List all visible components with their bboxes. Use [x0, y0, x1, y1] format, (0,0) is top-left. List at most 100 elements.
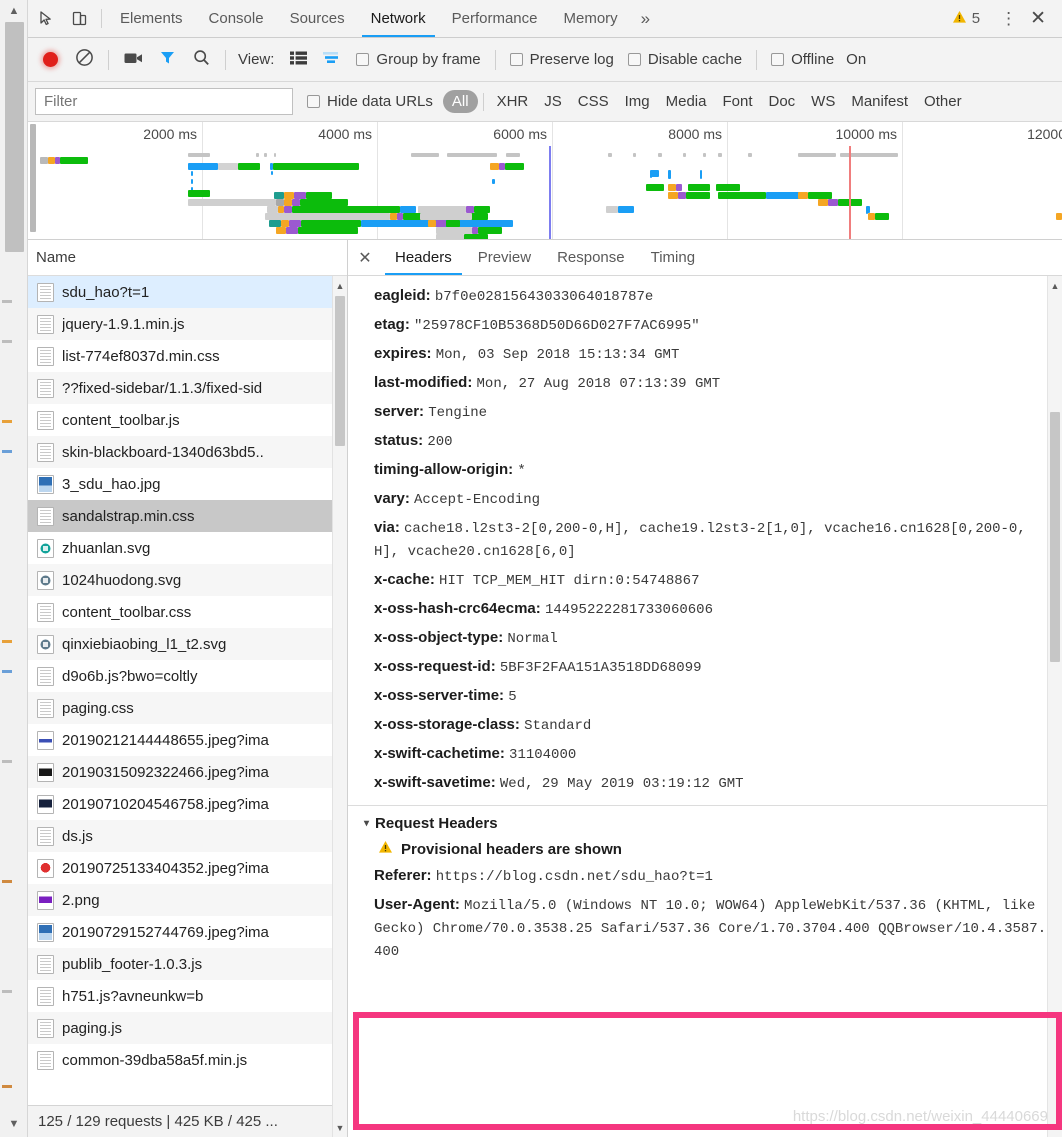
details-scrollbar[interactable]: ▲: [1047, 276, 1062, 1137]
tab-preview[interactable]: Preview: [465, 240, 544, 275]
request-row[interactable]: 1024huodong.svg: [28, 564, 347, 596]
request-row[interactable]: ds.js: [28, 820, 347, 852]
disable-cache-checkbox[interactable]: Disable cache: [622, 51, 748, 68]
tab-network[interactable]: Network: [358, 0, 439, 37]
request-name: 2.png: [62, 891, 100, 909]
request-row[interactable]: sandalstrap.min.css: [28, 500, 347, 532]
page-scrollbar[interactable]: ▲ ▼: [0, 0, 28, 1137]
tab-elements[interactable]: Elements: [107, 0, 196, 37]
filter-input[interactable]: [35, 88, 293, 115]
request-row[interactable]: 20190710204546758.jpeg?ima: [28, 788, 347, 820]
toolbar-divider-2: [225, 49, 226, 70]
header-line: x-swift-savetime: Wed, 29 May 2019 03:19…: [348, 769, 1062, 798]
close-details-button[interactable]: ✕: [348, 240, 382, 275]
request-row[interactable]: ??fixed-sidebar/1.1.3/fixed-sid: [28, 372, 347, 404]
filter-type-js[interactable]: JS: [536, 91, 570, 112]
request-row[interactable]: zhuanlan.svg: [28, 532, 347, 564]
preserve-log-checkbox[interactable]: Preserve log: [504, 51, 620, 68]
request-row[interactable]: list-774ef8037d.min.css: [28, 340, 347, 372]
request-row[interactable]: sdu_hao?t=1: [28, 276, 347, 308]
request-rows[interactable]: sdu_hao?t=1 jquery-1.9.1.min.js list-774ef…: [28, 276, 347, 1105]
header-name: etag:: [374, 316, 410, 333]
filter-type-media[interactable]: Media: [658, 91, 715, 112]
offline-checkbox[interactable]: Offline: [765, 51, 840, 68]
clear-button[interactable]: [68, 44, 100, 76]
warning-triangle-icon: [952, 10, 967, 28]
request-row[interactable]: 20190729152744769.jpeg?ima: [28, 916, 347, 948]
header-name: server:: [374, 403, 425, 420]
scrollbar-thumb[interactable]: [1050, 412, 1060, 662]
hide-data-urls-checkbox[interactable]: Hide data URLs: [301, 93, 439, 110]
request-row[interactable]: 20190212144448655.jpeg?ima: [28, 724, 347, 756]
device-toolbar-icon[interactable]: [62, 0, 96, 37]
tab-sources[interactable]: Sources: [277, 0, 358, 37]
header-line: x-swift-cachetime: 31104000: [348, 740, 1062, 769]
request-list-scrollbar[interactable]: ▲ ▼: [332, 276, 347, 1137]
request-row[interactable]: 20190725133404352.jpeg?ima: [28, 852, 347, 884]
request-list-panel: Name sdu_hao?t=1 jquery-1.9.1.min.js list-…: [28, 240, 348, 1137]
request-row[interactable]: jquery-1.9.1.min.js: [28, 308, 347, 340]
document-file-icon: [37, 1050, 54, 1070]
request-row[interactable]: paging.js: [28, 1012, 347, 1044]
header-value: 31104000: [509, 747, 577, 763]
filter-type-ws[interactable]: WS: [803, 91, 843, 112]
request-row[interactable]: d9o6b.js?bwo=coltly: [28, 660, 347, 692]
search-button[interactable]: [185, 44, 217, 76]
camera-icon: [124, 51, 143, 69]
request-row[interactable]: 20190315092322466.jpeg?ima: [28, 756, 347, 788]
group-by-frame-checkbox[interactable]: Group by frame: [350, 51, 486, 68]
request-row[interactable]: skin-blackboard-1340d63bd5..: [28, 436, 347, 468]
header-name: timing-allow-origin:: [374, 461, 514, 478]
filter-type-doc[interactable]: Doc: [760, 91, 803, 112]
request-list-header[interactable]: Name: [28, 240, 347, 276]
request-row[interactable]: h751.js?avneunkw=b: [28, 980, 347, 1012]
record-button[interactable]: [34, 44, 66, 76]
filter-toggle-button[interactable]: [151, 44, 183, 76]
page-scroll-up-arrow[interactable]: ▲: [6, 4, 22, 18]
list-view-button[interactable]: [282, 44, 314, 76]
request-row[interactable]: publib_footer-1.0.3.js: [28, 948, 347, 980]
header-line: expires: Mon, 03 Sep 2018 15:13:34 GMT: [348, 340, 1062, 369]
waterfall-view-button[interactable]: [316, 44, 348, 76]
request-row[interactable]: content_toolbar.js: [28, 404, 347, 436]
header-line: last-modified: Mon, 27 Aug 2018 07:13:39…: [348, 369, 1062, 398]
scrollbar-thumb[interactable]: [335, 296, 345, 446]
devtools-menu-button[interactable]: ⋮: [991, 10, 1026, 27]
tab-memory[interactable]: Memory: [551, 0, 631, 37]
filter-type-css[interactable]: CSS: [570, 91, 617, 112]
request-row[interactable]: 3_sdu_hao.jpg: [28, 468, 347, 500]
inspect-cursor-icon[interactable]: [28, 0, 62, 37]
filter-type-all[interactable]: All: [442, 90, 478, 113]
filter-type-xhr[interactable]: XHR: [489, 91, 537, 112]
filter-type-manifest[interactable]: Manifest: [843, 91, 916, 112]
tab-headers[interactable]: Headers: [382, 240, 465, 275]
request-row[interactable]: qinxiebiaobing_l1_t2.svg: [28, 628, 347, 660]
request-row[interactable]: paging.css: [28, 692, 347, 724]
screenshot-button[interactable]: [117, 44, 149, 76]
request-name: paging.css: [62, 699, 134, 717]
request-row[interactable]: 2.png: [28, 884, 347, 916]
header-value: HIT TCP_MEM_HIT dirn:0:54748867: [439, 573, 700, 589]
tab-performance[interactable]: Performance: [439, 0, 551, 37]
header-name: expires:: [374, 345, 432, 362]
header-value: 200: [427, 434, 453, 450]
request-headers-section-toggle[interactable]: ▾ Request Headers: [348, 811, 1062, 836]
request-row[interactable]: content_toolbar.css: [28, 596, 347, 628]
more-tabs-chevron-icon[interactable]: »: [631, 0, 660, 37]
scroll-up-arrow-icon[interactable]: ▲: [1048, 278, 1062, 293]
scroll-down-arrow-icon[interactable]: ▼: [333, 1120, 347, 1135]
close-devtools-button[interactable]: ✕: [1026, 7, 1056, 30]
request-row[interactable]: common-39dba58a5f.min.js: [28, 1044, 347, 1076]
filter-type-font[interactable]: Font: [714, 91, 760, 112]
tab-timing[interactable]: Timing: [638, 240, 708, 275]
page-scroll-thumb[interactable]: [5, 22, 24, 252]
page-scroll-down-arrow[interactable]: ▼: [6, 1117, 22, 1131]
tab-console[interactable]: Console: [196, 0, 277, 37]
warning-count-badge[interactable]: 5: [944, 10, 988, 28]
scroll-up-arrow-icon[interactable]: ▲: [333, 278, 347, 293]
tab-response[interactable]: Response: [544, 240, 638, 275]
filter-type-img[interactable]: Img: [617, 91, 658, 112]
filter-type-other[interactable]: Other: [916, 91, 970, 112]
document-file-icon: [37, 314, 54, 334]
network-overview-waterfall[interactable]: 2000 ms 4000 ms 6000 ms 8000 ms 10000 ms…: [28, 122, 1062, 240]
